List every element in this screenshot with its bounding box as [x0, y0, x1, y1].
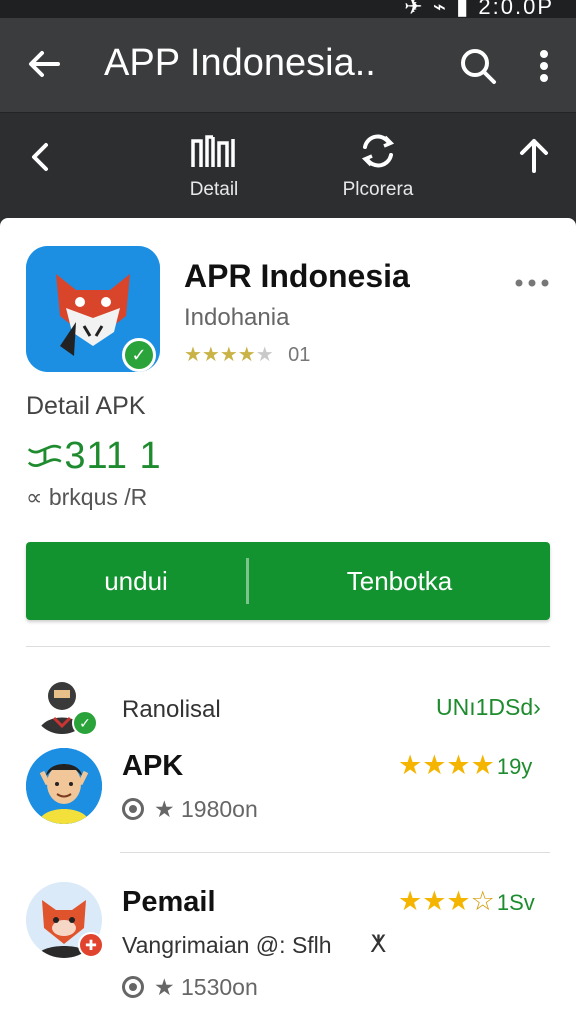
divider	[26, 646, 550, 647]
tab-bar: Detail Plcorera	[0, 112, 576, 225]
divider	[120, 852, 550, 853]
related-see-more-text: UNı1DSd	[436, 694, 534, 720]
related-item-meta-text: ★ 1980on	[154, 796, 258, 822]
app-developer: Indohania	[184, 304, 290, 331]
related-item-subtitle: Vangrimaian @: Sflh	[122, 932, 332, 958]
app-detail-card: ✓ APR Indonesia Indohania ★★★★★ 01 Detai…	[0, 218, 576, 1024]
chevron-left-icon[interactable]	[26, 137, 56, 177]
verified-badge-icon: ✓	[122, 338, 156, 372]
related-see-more-link[interactable]: UNı1DSd›	[436, 694, 541, 721]
related-item-rating: ★★★☆1Sv	[398, 886, 535, 917]
tab-plcorera-label: Plcorera	[342, 179, 414, 200]
back-arrow-icon[interactable]	[24, 44, 64, 84]
tab-plcorera[interactable]: Plcorera	[296, 127, 460, 223]
app-bar-title: APP Indonesia..	[104, 42, 376, 84]
app-grid-icon	[187, 131, 241, 171]
detail-label: Detail APK	[26, 392, 146, 420]
related-header-label: Ranolisal	[122, 696, 221, 723]
app-rating: ★★★★★ 01	[184, 342, 310, 370]
chevron-right-icon: ›	[533, 694, 541, 720]
app-bar: APP Indonesia..	[0, 18, 576, 112]
status-bar: ✈ ⌁ ▮ 2:0.0P	[0, 0, 576, 20]
star-rating-icon: ★★★☆	[398, 886, 495, 916]
tab-detail-label: Detail	[189, 179, 239, 200]
package-text: ∝ brkqus /R	[26, 484, 148, 510]
signal-icon: ⌁	[432, 0, 449, 19]
more-vert-icon[interactable]	[530, 44, 558, 88]
avatar	[26, 748, 102, 824]
wifi-icon: ✈	[404, 0, 425, 19]
app-name: APR Indonesia	[184, 258, 410, 294]
refresh-icon	[351, 131, 405, 171]
related-item-meta: ★ 1530on	[122, 974, 258, 1001]
related-item-rating: ★★★★19y	[398, 750, 532, 781]
status-icons: ✈ ⌁ ▮ 2:0.0P	[404, 0, 554, 20]
related-item-title[interactable]: APK	[122, 750, 183, 783]
rating-count: 1Sv	[496, 890, 535, 915]
close-icon[interactable]: ⵅ	[370, 930, 386, 959]
verified-badge-icon: ✓	[72, 710, 98, 736]
location-pin-icon	[122, 976, 144, 998]
related-item-title[interactable]: Pemail	[122, 886, 216, 919]
location-pin-icon	[122, 798, 144, 820]
app-badge-icon: ✚	[78, 932, 104, 958]
star-rating-icon: ★★★★	[398, 750, 495, 780]
download-button[interactable]: undui	[26, 542, 246, 620]
related-item-meta: ★ 1980on	[122, 796, 258, 823]
open-button[interactable]: Tenbotka	[249, 542, 550, 620]
more-horiz-icon[interactable]	[512, 276, 552, 290]
action-bar: undui Tenbotka	[26, 542, 550, 620]
battery-icon: ▮	[456, 0, 471, 19]
related-item-meta-text: ★ 1530on	[154, 974, 258, 1000]
rating-value: 01	[288, 344, 311, 366]
star-rating-icon: ★★★★★	[184, 344, 274, 366]
arrow-up-icon[interactable]	[514, 135, 554, 175]
version-text: ᜃ311 1	[26, 435, 162, 477]
status-time: 2:0.0P	[478, 0, 554, 19]
tab-detail[interactable]: Detail	[132, 127, 296, 225]
rating-count: 19y	[496, 754, 533, 779]
search-icon[interactable]	[458, 46, 498, 86]
